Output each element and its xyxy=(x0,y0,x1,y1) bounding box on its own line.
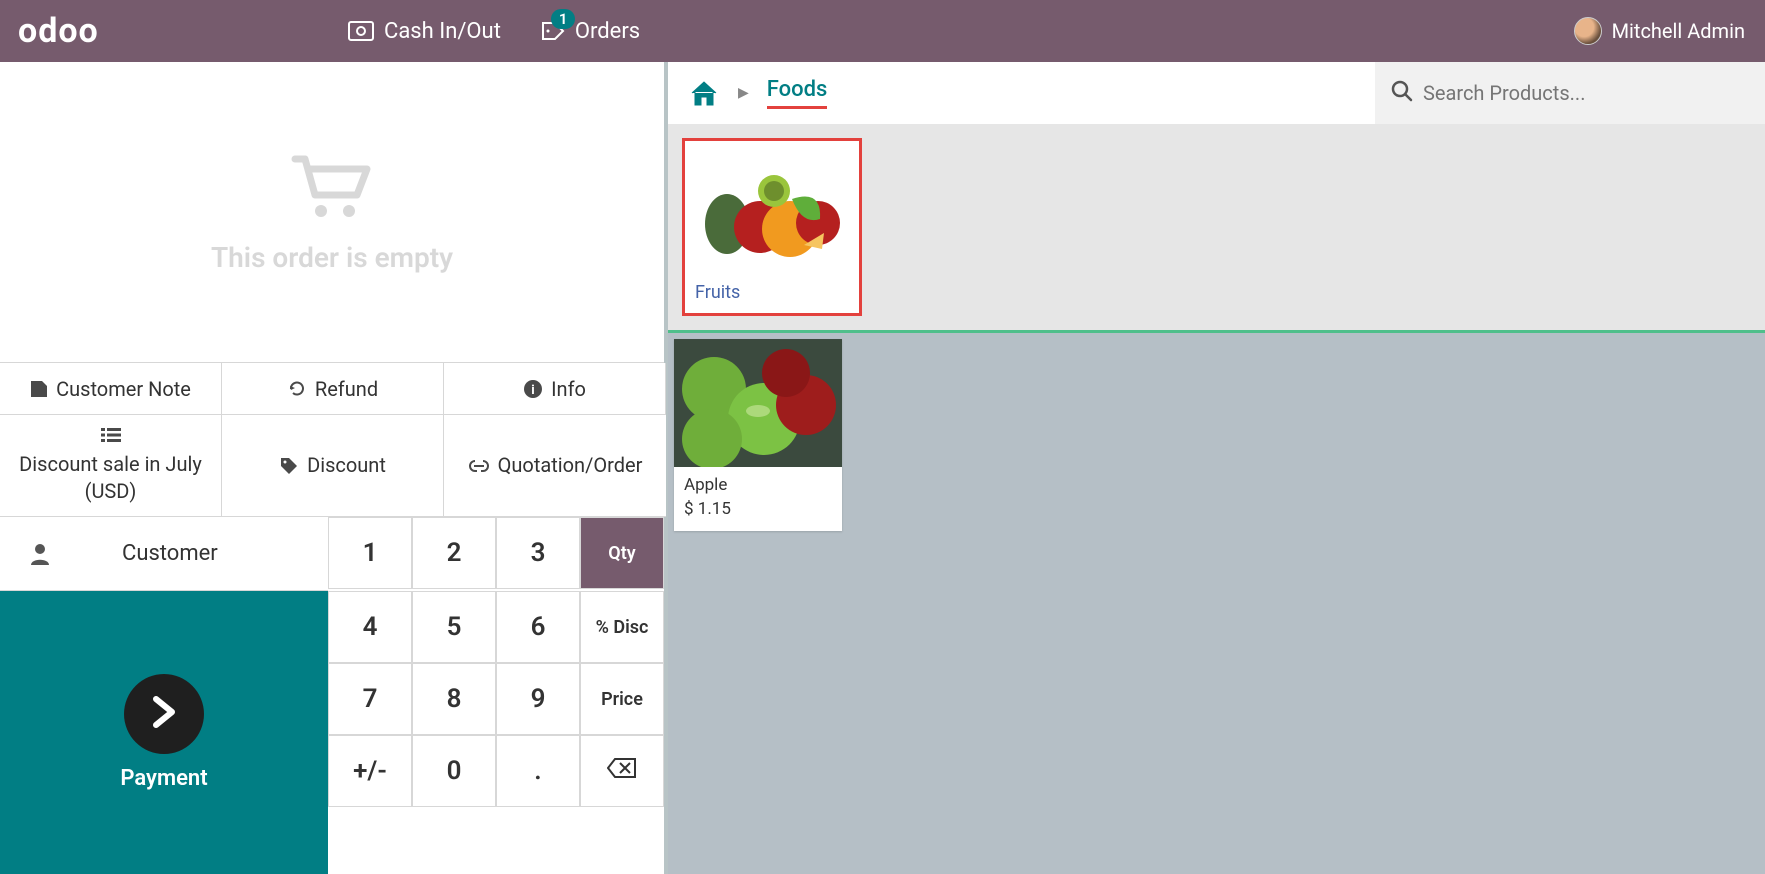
category-image xyxy=(685,141,859,276)
backspace-icon xyxy=(607,756,637,786)
mode-qty-button[interactable]: Qty xyxy=(580,517,664,589)
empty-order-text: This order is empty xyxy=(211,241,453,274)
mode-disc-button[interactable]: % Disc xyxy=(580,591,664,663)
pricetag-icon xyxy=(279,456,299,476)
action-label: Discount sale in July (USD) xyxy=(10,451,211,505)
action-label: Refund xyxy=(315,377,378,401)
customer-label: Customer xyxy=(122,541,218,566)
numkey-7[interactable]: 7 xyxy=(328,663,412,735)
action-label: Customer Note xyxy=(56,377,191,401)
discount-button[interactable]: Discount xyxy=(222,415,444,517)
user-menu[interactable]: Mitchell Admin xyxy=(1574,17,1745,45)
action-label: Quotation/Order xyxy=(498,452,643,479)
action-grid: Customer Note Refund i Info Di xyxy=(0,362,664,517)
cash-icon xyxy=(348,21,374,41)
numkey-backspace[interactable] xyxy=(580,735,664,807)
breadcrumb-separator: ▶ xyxy=(738,85,749,101)
home-button[interactable] xyxy=(688,79,720,107)
search-input[interactable] xyxy=(1423,81,1749,105)
orders-label: Orders xyxy=(575,19,640,44)
discount-sale-button[interactable]: Discount sale in July (USD) xyxy=(0,415,222,517)
bottom-area: Payment 4 5 6 % Disc 7 8 9 Price +/- 0 . xyxy=(0,591,664,874)
action-label: Discount xyxy=(307,452,386,479)
info-icon: i xyxy=(523,379,543,399)
orders-badge: 1 xyxy=(551,9,576,29)
main: This order is empty Customer Note Refund… xyxy=(0,62,1765,874)
link-icon xyxy=(468,459,490,473)
breadcrumb-current[interactable]: Foods xyxy=(767,77,828,109)
undo-icon xyxy=(287,379,307,399)
username: Mitchell Admin xyxy=(1612,19,1745,43)
payment-circle xyxy=(124,674,204,754)
product-card-apple[interactable]: Apple $ 1.15 xyxy=(674,339,842,531)
product-price: $ 1.15 xyxy=(674,497,842,531)
category-strip: Fruits xyxy=(668,124,1765,333)
payment-button[interactable]: Payment xyxy=(0,591,328,874)
numkey-dot[interactable]: . xyxy=(496,735,580,807)
cash-label: Cash In/Out xyxy=(384,19,501,44)
numpad: 4 5 6 % Disc 7 8 9 Price +/- 0 . xyxy=(328,591,664,874)
numkey-2[interactable]: 2 xyxy=(412,517,496,589)
category-card-fruits[interactable]: Fruits xyxy=(682,138,862,316)
svg-text:i: i xyxy=(531,383,534,398)
category-label: Fruits xyxy=(685,276,859,313)
avatar xyxy=(1574,17,1602,45)
cash-in-out-button[interactable]: Cash In/Out xyxy=(348,19,501,44)
order-panel: This order is empty Customer Note Refund… xyxy=(0,62,668,874)
customer-button[interactable]: Customer xyxy=(0,517,328,591)
empty-order: This order is empty xyxy=(0,62,664,362)
note-icon xyxy=(30,380,48,398)
cart-icon xyxy=(287,151,377,227)
product-area: Apple $ 1.15 xyxy=(668,333,1765,537)
action-label: Info xyxy=(551,377,586,401)
numkey-1[interactable]: 1 xyxy=(328,517,412,589)
product-panel: ▶ Foods xyxy=(668,62,1765,874)
product-name: Apple xyxy=(674,467,842,497)
customer-note-button[interactable]: Customer Note xyxy=(0,363,222,415)
numkey-9[interactable]: 9 xyxy=(496,663,580,735)
numkey-plusminus[interactable]: +/- xyxy=(328,735,412,807)
info-button[interactable]: i Info xyxy=(444,363,666,415)
numkey-4[interactable]: 4 xyxy=(328,591,412,663)
numkey-8[interactable]: 8 xyxy=(412,663,496,735)
header-center: Cash In/Out 1 Orders xyxy=(348,19,640,44)
search-box[interactable] xyxy=(1375,62,1765,124)
search-icon xyxy=(1391,80,1413,106)
refund-button[interactable]: Refund xyxy=(222,363,444,415)
quotation-button[interactable]: Quotation/Order xyxy=(444,415,666,517)
breadcrumb-bar: ▶ Foods xyxy=(668,62,1765,124)
person-icon xyxy=(30,543,50,565)
numkey-6[interactable]: 6 xyxy=(496,591,580,663)
orders-button[interactable]: 1 Orders xyxy=(541,19,640,44)
mode-price-button[interactable]: Price xyxy=(580,663,664,735)
numkey-0[interactable]: 0 xyxy=(412,735,496,807)
logo: odoo xyxy=(18,11,99,51)
numkey-5[interactable]: 5 xyxy=(412,591,496,663)
product-image xyxy=(674,339,842,467)
payment-label: Payment xyxy=(120,766,207,791)
chevron-right-icon xyxy=(150,695,178,733)
numpad-row1: 1 2 3 Qty xyxy=(328,517,664,591)
app-header: odoo Cash In/Out 1 Orders Mitchell Admin xyxy=(0,0,1765,62)
list-icon xyxy=(101,427,121,443)
numkey-3[interactable]: 3 xyxy=(496,517,580,589)
